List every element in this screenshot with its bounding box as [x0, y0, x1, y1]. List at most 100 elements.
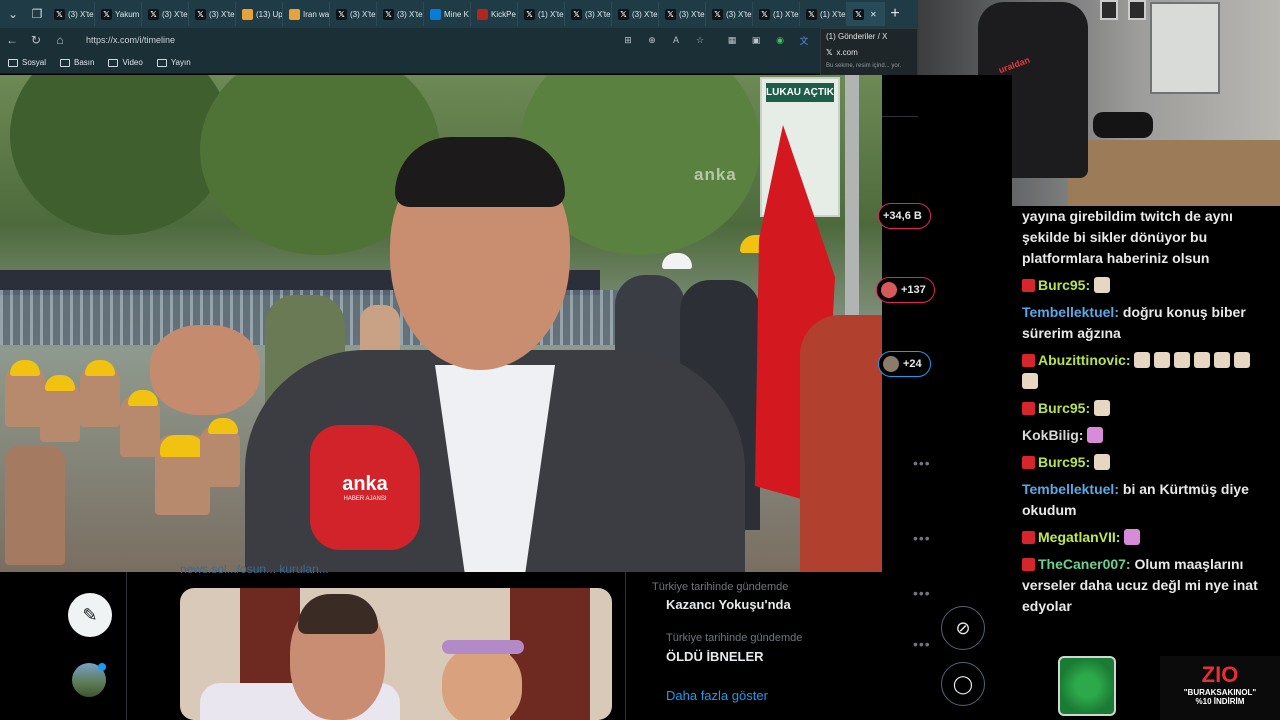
- count-pill[interactable]: +34,6 B: [878, 203, 931, 229]
- badge-icon: [1022, 456, 1035, 469]
- browser-tab[interactable]: 𝕏 ✕: [847, 2, 885, 26]
- chat-message: KokBilig:: [1022, 425, 1272, 446]
- x-icon: 𝕏: [101, 8, 112, 20]
- sponsor-logo: ZIO: [1201, 662, 1239, 687]
- chat-username[interactable]: Burc95:: [1038, 454, 1090, 470]
- browser-tab[interactable]: 𝕏 (3) X'te: [612, 2, 659, 26]
- workspaces-icon[interactable]: ❐: [26, 3, 48, 25]
- chat-message: Abuzittinovic:: [1022, 350, 1272, 392]
- chat-username[interactable]: Tembellektuel:: [1022, 481, 1119, 497]
- close-tab-icon[interactable]: ✕: [870, 10, 877, 19]
- extension-icon[interactable]: ◉: [768, 33, 792, 47]
- x-icon: 𝕏: [759, 8, 770, 20]
- browser-tab[interactable]: 𝕏 (3) X'te: [330, 2, 377, 26]
- count-pill[interactable]: +24: [878, 351, 931, 377]
- tab-label: (3) X'te: [350, 9, 376, 19]
- tab-bar: ⌄ ❐ 𝕏 (3) X'te 𝕏 Yakum 𝕏 (3) X'te 𝕏 (3) X'te (13…: [0, 0, 918, 28]
- promo-code: "BURAKSAKINOL": [1183, 688, 1257, 697]
- show-more-link[interactable]: Daha fazla göster: [666, 688, 768, 703]
- browser-tab[interactable]: Iran wa: [283, 2, 330, 26]
- emote-icon: [1174, 352, 1191, 368]
- compose-post-button[interactable]: ✎: [68, 593, 112, 637]
- browser-tab[interactable]: 𝕏 (3) X'te: [706, 2, 753, 26]
- orange-icon: [242, 8, 253, 20]
- messages-button[interactable]: ◯: [941, 662, 985, 706]
- chat-username[interactable]: KokBilig:: [1022, 427, 1083, 443]
- notification-dot: [98, 663, 106, 671]
- post-image[interactable]: [180, 588, 612, 720]
- chat-username[interactable]: Burc95:: [1038, 277, 1090, 293]
- bookmark-folder-sosyal[interactable]: Sosyal: [8, 58, 46, 67]
- tab-label: (3) X'te: [209, 9, 235, 19]
- address-bar: ← ↻ ⌂ https://x.com/i/timeline ⊞ ⊕ A ☆ ▦…: [0, 28, 918, 52]
- refresh-icon[interactable]: ↻: [24, 33, 48, 47]
- browser-tab[interactable]: 𝕏 (1) X'te: [753, 2, 800, 26]
- more-options-icon[interactable]: •••: [913, 585, 931, 601]
- browser-tab[interactable]: 𝕏 (1) X'te: [800, 2, 847, 26]
- bookmark-folder-basin[interactable]: Basın: [60, 58, 94, 67]
- bookmark-folder-video[interactable]: Video: [108, 58, 143, 67]
- browser-tab[interactable]: 𝕏 (3) X'te: [48, 2, 95, 26]
- avatar: [881, 282, 897, 298]
- read-aloud-icon[interactable]: A: [664, 33, 688, 47]
- browser-tab[interactable]: (13) Up: [236, 2, 283, 26]
- browser-tab[interactable]: 𝕏 (3) X'te: [659, 2, 706, 26]
- tab-actions-icon[interactable]: ⌄: [2, 3, 24, 25]
- chat-username[interactable]: Tembellektuel:: [1022, 304, 1119, 320]
- zoom-icon[interactable]: ⊕: [640, 33, 664, 47]
- browser-tab[interactable]: KickPe: [471, 2, 518, 26]
- browser-tab[interactable]: 𝕏 (3) X'te: [142, 2, 189, 26]
- chat-username[interactable]: MegatlanVII:: [1038, 529, 1120, 545]
- bookmark-folder-yayin[interactable]: Yayın: [156, 58, 191, 67]
- browser-tab[interactable]: 𝕏 (3) X'te: [565, 2, 612, 26]
- orange-icon: [289, 8, 300, 20]
- more-options-icon[interactable]: •••: [913, 636, 931, 652]
- stream-chat: yayına girebildim twitch de aynı şekilde…: [1012, 206, 1280, 656]
- anka-microphone: anka HABER AJANSI: [310, 425, 420, 550]
- chat-username[interactable]: TheCaner007:: [1038, 556, 1131, 572]
- home-icon[interactable]: ⌂: [48, 33, 72, 47]
- wall-frame: [1128, 0, 1146, 20]
- x-icon: 𝕏: [54, 8, 65, 20]
- more-options-icon[interactable]: •••: [913, 530, 931, 546]
- bookmark-label: Video: [122, 58, 143, 67]
- browser-tab[interactable]: 𝕏 (3) X'te: [377, 2, 424, 26]
- extension-icon[interactable]: ▦: [720, 33, 744, 47]
- badge-icon: [1022, 531, 1035, 544]
- folder-icon: [60, 58, 71, 67]
- favorite-star-icon[interactable]: ☆: [688, 33, 712, 47]
- bookmarks-bar: Sosyal Basın Video Yayın: [0, 52, 918, 74]
- grok-button[interactable]: ⊘: [941, 606, 985, 650]
- new-tab-button[interactable]: +: [885, 5, 905, 23]
- browser-tab[interactable]: 𝕏 (3) X'te: [189, 2, 236, 26]
- tab-hover-card: (1) Gönderiler / X 𝕏x.com Bu sekme, resi…: [820, 28, 918, 80]
- browser-tab[interactable]: 𝕏 (1) X'te: [518, 2, 565, 26]
- app-available-icon[interactable]: ⊞: [616, 33, 640, 47]
- emote-icon: [1234, 352, 1251, 368]
- tab-label: (1) X'te: [773, 9, 799, 19]
- emote-icon: [1194, 352, 1211, 368]
- folder-icon: [8, 58, 18, 67]
- count-pill[interactable]: +137: [876, 277, 935, 303]
- chat-text: yayına girebildim twitch de aynı şekilde…: [1022, 208, 1233, 266]
- x-icon: 𝕏: [383, 8, 394, 20]
- post-link[interactable]: news.sol.../osun... kurulan...: [180, 562, 329, 576]
- tab-label: (3) X'te: [726, 9, 752, 19]
- chat-username[interactable]: Abuzittinovic:: [1038, 352, 1131, 368]
- extension-icon[interactable]: ▣: [744, 33, 768, 47]
- emote-icon: [1124, 529, 1141, 545]
- back-icon[interactable]: ←: [0, 33, 24, 47]
- translate-icon[interactable]: 文: [792, 33, 816, 47]
- browser-tab[interactable]: 𝕏 Yakum: [95, 2, 142, 26]
- news-video[interactable]: LUKAU AÇTIK anka HABER AJANSI anka: [0, 75, 882, 572]
- x-icon: 𝕏: [195, 8, 206, 20]
- x-icon: 𝕏: [148, 8, 159, 20]
- tab-label: (1) X'te: [538, 9, 564, 19]
- chat-message: MegatlanVII:: [1022, 527, 1272, 548]
- bookmark-label: Sosyal: [22, 58, 47, 67]
- more-options-icon[interactable]: •••: [913, 455, 931, 471]
- chat-message: Burc95:: [1022, 398, 1272, 419]
- browser-tab[interactable]: Mine K: [424, 2, 471, 26]
- chat-username[interactable]: Burc95:: [1038, 400, 1090, 416]
- url-field[interactable]: https://x.com/i/timeline: [86, 35, 536, 45]
